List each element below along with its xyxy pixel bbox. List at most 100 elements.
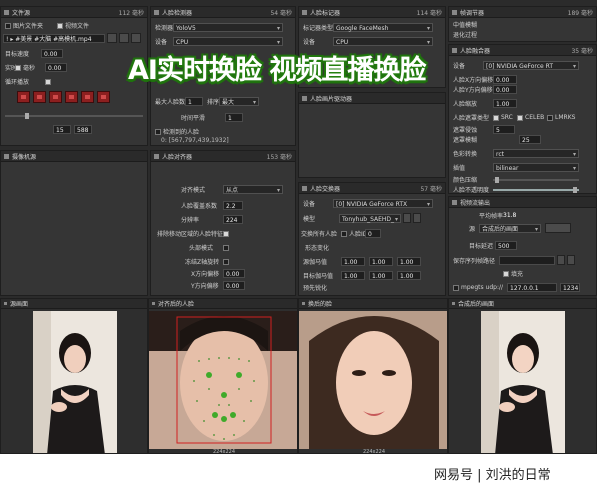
marker-type-select[interactable]: Google FaceMesh (333, 23, 433, 33)
expand-icon[interactable] (302, 95, 307, 101)
file-path-input[interactable]: ! ▸ #美景 #大脑 #高模机.mp4 (3, 33, 105, 43)
clear-button[interactable] (131, 33, 141, 43)
temporal-input[interactable]: 1 (225, 113, 243, 122)
face-animator-header[interactable]: 人脸画片驱动器 (299, 93, 445, 104)
color-compression-slider[interactable] (493, 176, 579, 183)
output-source-select[interactable]: 合成后的画面 (479, 223, 541, 234)
merged-frame-preview: 合成后的画面 (448, 298, 597, 454)
y-offset-input[interactable]: 0.00 (223, 281, 245, 290)
align-mode-select[interactable]: 从点 (223, 185, 283, 195)
realtime-checkbox[interactable] (15, 64, 21, 71)
merged-frame-header[interactable]: 合成后的画面 (449, 299, 596, 309)
timeline-slider[interactable] (5, 113, 143, 119)
face-swapper-header[interactable]: 人脸交换器 57 毫秒 (299, 183, 445, 194)
pause-button[interactable] (65, 91, 78, 103)
browse-button[interactable] (107, 33, 117, 43)
mpegts-port-input[interactable]: 1234 (560, 283, 580, 292)
target-gamma-g-input[interactable]: 1.00 (369, 271, 393, 280)
color-transfer-select[interactable]: rct (493, 149, 579, 159)
face-y-offset-input[interactable]: 0.00 (493, 85, 517, 94)
face-opacity-slider[interactable] (493, 186, 579, 193)
swap-device-select[interactable]: [0] NVIDIA GeForce RTX (333, 199, 433, 209)
model-reload-button[interactable] (413, 213, 421, 223)
face-id-input[interactable]: 0 (365, 229, 381, 238)
mpegts-ip-input[interactable]: 127.0.0.1 (507, 283, 557, 292)
target-delay-input[interactable]: 500 (495, 241, 517, 250)
swapped-face-header[interactable]: 换后的脸 (299, 299, 447, 309)
fill-checkbox[interactable] (503, 270, 509, 277)
face-merger-header[interactable]: 人脸融合器 35 毫秒 (449, 45, 596, 56)
model-select[interactable]: Tonyhub_SAEHD_ (339, 213, 401, 224)
expand-icon[interactable] (152, 302, 155, 305)
coverage-input[interactable]: 2.2 (223, 201, 243, 210)
save-path-clear-button[interactable] (567, 255, 575, 265)
expand-icon[interactable] (452, 199, 457, 205)
loop-checkbox[interactable] (45, 78, 51, 85)
prev-frame-button[interactable] (33, 91, 46, 103)
frame-adjuster-header[interactable]: 帧调节器 189 毫秒 (449, 7, 596, 18)
swap-all-checkbox[interactable] (341, 230, 347, 237)
next-frame-button[interactable] (81, 91, 94, 103)
resolution-input[interactable]: 224 (223, 215, 243, 224)
gamma-g-input[interactable]: 1.00 (369, 257, 393, 266)
marker-device-select[interactable]: CPU (333, 37, 433, 47)
head-mode-checkbox[interactable] (223, 244, 229, 251)
aligned-face-header[interactable]: 对齐后的人脸 (149, 299, 297, 309)
ms-input[interactable]: 0.00 (45, 63, 67, 72)
device-select[interactable]: CPU (173, 37, 283, 47)
stream-output-header[interactable]: 视频流输出 (449, 197, 596, 208)
expand-icon[interactable] (302, 9, 307, 15)
image-folder-checkbox[interactable] (5, 22, 11, 29)
exclude-moving-checkbox[interactable] (223, 230, 229, 237)
max-faces-input[interactable]: 1 (185, 97, 203, 106)
video-file-checkbox[interactable] (57, 22, 64, 29)
mask-lmrks-checkbox[interactable] (547, 114, 553, 121)
coverage-label: 人脸覆盖系数 (181, 203, 218, 210)
gamma-r-input[interactable]: 1.00 (341, 257, 365, 266)
last-frame-button[interactable] (97, 91, 110, 103)
source-frame-header[interactable]: 源画面 (1, 299, 147, 309)
expand-icon[interactable] (154, 9, 159, 15)
face-aligner-header[interactable]: 人脸对齐器 153 毫秒 (151, 151, 295, 162)
color-compression-label: 颜色压缩 (453, 177, 478, 184)
speed-input[interactable]: 0.00 (41, 49, 63, 58)
target-gamma-b-input[interactable]: 1.00 (397, 271, 421, 280)
face-detector-header[interactable]: 人脸检测器 54 毫秒 (151, 7, 295, 18)
expand-icon[interactable] (4, 153, 9, 159)
save-path-input[interactable] (499, 255, 555, 265)
first-frame-button[interactable] (17, 91, 30, 103)
face-scale-input[interactable]: 1.00 (493, 99, 517, 108)
file-source-header[interactable]: 文件源 112 毫秒 (1, 7, 147, 18)
interpolation-select[interactable]: bilinear (493, 163, 579, 173)
detector-select[interactable]: YoloV5 (173, 23, 283, 33)
face-marker-header[interactable]: 人脸标记器 114 毫秒 (299, 7, 445, 18)
expand-icon[interactable] (452, 47, 457, 53)
expand-icon[interactable] (302, 302, 305, 305)
save-path-browse-button[interactable] (557, 255, 565, 265)
merger-device-select[interactable]: [0] NVIDIA GeForce RT (483, 61, 579, 71)
mask-erode-input[interactable]: 5 (493, 125, 515, 134)
mask-blur-input[interactable]: 25 (519, 135, 541, 144)
expand-icon[interactable] (302, 185, 307, 191)
mask-celeb-checkbox[interactable] (517, 114, 523, 121)
output-window-button[interactable] (545, 223, 571, 233)
expand-icon[interactable] (452, 302, 455, 305)
expand-icon[interactable] (4, 9, 9, 15)
play-button[interactable] (49, 91, 62, 103)
gamma-b-input[interactable]: 1.00 (397, 257, 421, 266)
expand-icon[interactable] (452, 9, 457, 15)
detected-faces-checkbox[interactable] (155, 128, 161, 135)
target-gamma-r-input[interactable]: 1.00 (341, 271, 365, 280)
mask-src-checkbox[interactable] (493, 114, 499, 121)
expand-icon[interactable] (4, 302, 7, 305)
preview-eye-button[interactable] (119, 33, 129, 43)
frame-input[interactable]: 15 (53, 125, 71, 134)
freeze-z-checkbox[interactable] (223, 258, 229, 265)
sort-select[interactable]: 最大 (219, 97, 259, 107)
face-x-offset-input[interactable]: 0.00 (493, 75, 517, 84)
mpegts-checkbox[interactable] (453, 284, 459, 291)
camera-source-header[interactable]: 摄像机源 (1, 151, 147, 162)
expand-icon[interactable] (154, 153, 159, 159)
model-info-button[interactable] (403, 213, 411, 223)
x-offset-input[interactable]: 0.00 (223, 269, 245, 278)
